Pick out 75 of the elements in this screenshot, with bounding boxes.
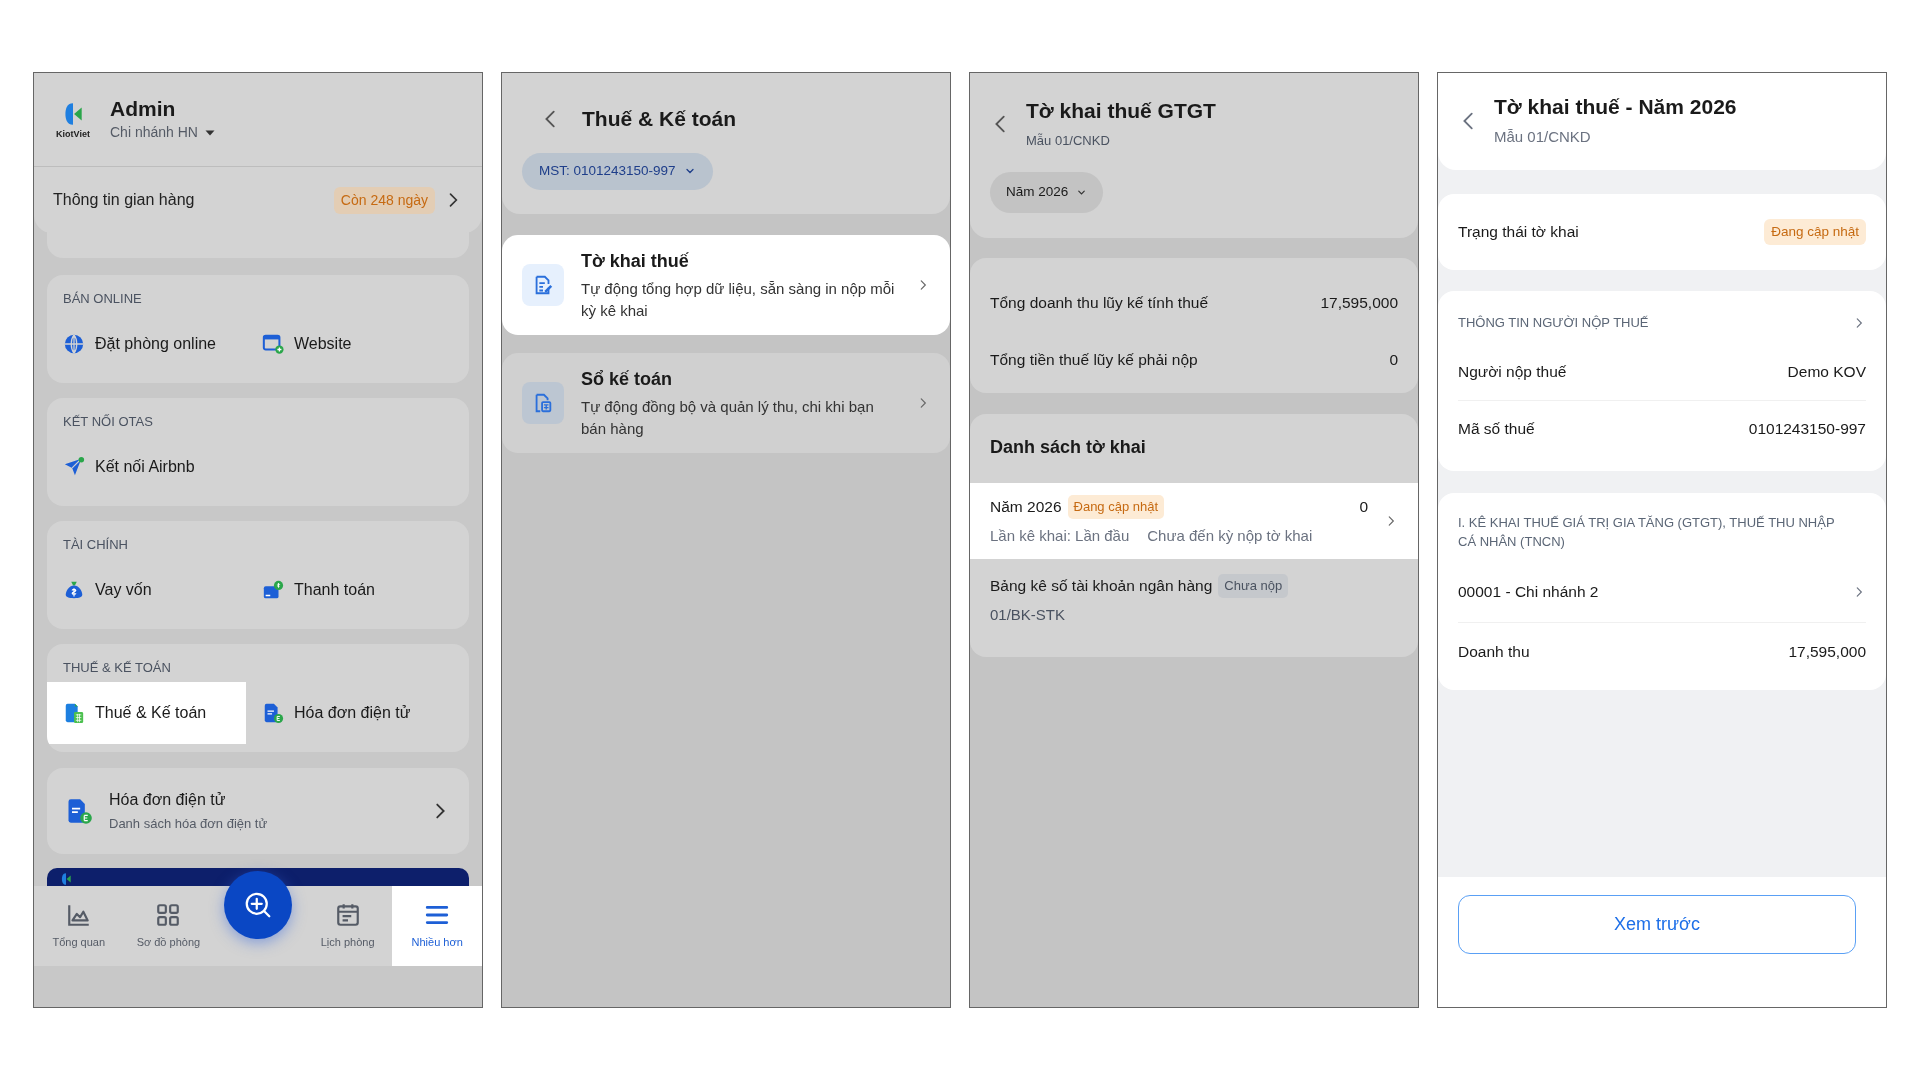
section-title: TÀI CHÍNH bbox=[62, 536, 129, 554]
tax-code-selector[interactable]: MST: 0101243150-997 bbox=[522, 152, 713, 190]
field-value: Demo KOV bbox=[1787, 361, 1866, 382]
list-title: Danh sách tờ khai bbox=[989, 436, 1147, 459]
logo-icon bbox=[59, 872, 73, 886]
grid-icon bbox=[155, 901, 182, 928]
globe-icon bbox=[63, 333, 85, 355]
money-bag-icon bbox=[63, 579, 85, 601]
nav-tab[interactable]: Sơ đồ phòng bbox=[123, 886, 214, 966]
menu-item[interactable]: Thuế & Kế toán bbox=[47, 682, 246, 744]
feature-description: Tự động tổng hợp dữ liệu, sẵn sàng in nộp mỗi kỳ kê khai bbox=[581, 279, 896, 321]
total-label: Tổng tiền thuế lũy kế phải nộp bbox=[990, 349, 1198, 370]
field-label: Người nộp thuế bbox=[1458, 361, 1567, 382]
total-value: 17,595,000 bbox=[1320, 292, 1398, 313]
nav-tab[interactable]: Lịch phòng bbox=[302, 886, 393, 966]
status-badge: Đang cập nhật bbox=[1764, 218, 1866, 246]
form-code: Mẫu 01/CNKD bbox=[1026, 131, 1111, 150]
search-plus-icon bbox=[243, 890, 273, 920]
screen-title: Thuế & Kế toán bbox=[582, 106, 736, 132]
menu-item[interactable]: Vay vốn bbox=[47, 559, 246, 621]
scan-button[interactable] bbox=[224, 871, 292, 939]
total-value: 0 bbox=[1389, 349, 1398, 370]
branch-selector[interactable]: Chi nhánh HN bbox=[110, 122, 216, 144]
form-code: 01/BK-STK bbox=[990, 604, 1067, 625]
section-title: BÁN ONLINE bbox=[62, 290, 143, 308]
field-value: 0101243150-997 bbox=[1748, 419, 1866, 440]
calendar-icon bbox=[334, 901, 361, 928]
field-label: Mã số thuế bbox=[1458, 419, 1535, 440]
invoice-document-icon bbox=[262, 702, 284, 724]
remaining-days-badge: Còn 248 ngày bbox=[333, 186, 435, 214]
invoice-title: Hóa đơn điện tử bbox=[109, 790, 227, 811]
form-code: Mẫu 01/CNKD bbox=[1494, 126, 1592, 147]
declaration-row[interactable]: Năm 2026 Đang cập nhật 0 Lần kê khai: Lần đầu Chưa đến kỳ nộp tờ khai bbox=[970, 483, 1418, 559]
section-title: THUẾ & KẾ TOÁN bbox=[62, 659, 172, 677]
declaration-detail: Chưa đến kỳ nộp tờ khai bbox=[1147, 525, 1313, 546]
user-name: Admin bbox=[110, 95, 177, 122]
calculator-document-icon bbox=[63, 702, 85, 724]
year-selector[interactable]: Năm 2026 bbox=[990, 172, 1104, 213]
declaration-title: Bảng kê số tài khoản ngân hàng bbox=[990, 576, 1213, 597]
feature-title: Sổ kế toán bbox=[581, 368, 674, 391]
wallet-card-icon bbox=[262, 579, 284, 601]
menu-item[interactable]: Website bbox=[246, 313, 469, 375]
feature-card[interactable]: Sổ kế toán Tự động đồng bộ và quản lý thu, chi khi bạn bán hàng bbox=[502, 353, 950, 453]
screen-title: Tờ khai thuế GTGT bbox=[1026, 98, 1216, 124]
status-badge: Chưa nộp bbox=[1218, 574, 1289, 598]
feature-description: Tự động đồng bộ và quản lý thu, chi khi bạn bán hàng bbox=[581, 397, 875, 439]
menu-item[interactable]: Đặt phòng online bbox=[47, 313, 246, 375]
invoice-subtitle: Danh sách hóa đơn điện tử bbox=[109, 815, 269, 834]
status-badge: Đang cập nhật bbox=[1067, 495, 1165, 519]
declaration-title: Năm 2026 bbox=[990, 497, 1062, 518]
nav-tab[interactable]: Tổng quan bbox=[34, 886, 124, 966]
section-title: KẾT NỐI OTAS bbox=[62, 413, 154, 431]
logo-text: KiotViet bbox=[56, 129, 90, 139]
nav-tab[interactable]: Nhiều hơn bbox=[392, 886, 482, 966]
field-label: Doanh thu bbox=[1458, 641, 1530, 662]
total-label: Tổng doanh thu lũy kế tính thuế bbox=[990, 292, 1209, 313]
declaration-detail: Lần kê khai: Lần đầu bbox=[990, 525, 1130, 546]
section-title: I. KÊ KHAI THUẾ GIÁ TRỊ GIA TĂNG (GTGT), THUẾ THU NHẬP CÁ NHÂN (TNCN) bbox=[1458, 514, 1836, 551]
section-header[interactable]: THÔNG TIN NGƯỜI NỘP THUẾ bbox=[1458, 303, 1866, 343]
feature-card[interactable]: Tờ khai thuế Tự động tổng hợp dữ liệu, sẵn sàng in nộp mỗi kỳ kê khai bbox=[502, 235, 950, 335]
store-info-row[interactable]: Thông tin gian hàng Còn 248 ngày bbox=[34, 167, 482, 233]
browser-window-icon bbox=[262, 333, 284, 355]
field-value: 17,595,000 bbox=[1788, 641, 1866, 662]
declaration-value: 0 bbox=[1359, 497, 1368, 518]
branch-row[interactable]: 00001 - Chi nhánh 2 bbox=[1458, 561, 1866, 623]
caret-down-icon bbox=[1076, 187, 1088, 198]
menu-item[interactable]: Kết nối Airbnb bbox=[47, 436, 246, 498]
declaration-row[interactable]: Bảng kê số tài khoản ngân hàng Chưa nộp 01/BK-STK bbox=[970, 559, 1418, 641]
screen-title: Tờ khai thuế - Năm 2026 bbox=[1494, 94, 1737, 120]
menu-item[interactable]: Hóa đơn điện tử bbox=[246, 682, 469, 744]
invoice-card[interactable]: Hóa đơn điện tử Danh sách hóa đơn điện tử bbox=[47, 768, 469, 854]
preview-button[interactable]: Xem trước bbox=[1458, 895, 1856, 954]
feature-title: Tờ khai thuế bbox=[581, 250, 690, 273]
menu-item[interactable]: Thanh toán bbox=[246, 559, 469, 621]
status-label: Trạng thái tờ khai bbox=[1458, 222, 1579, 243]
